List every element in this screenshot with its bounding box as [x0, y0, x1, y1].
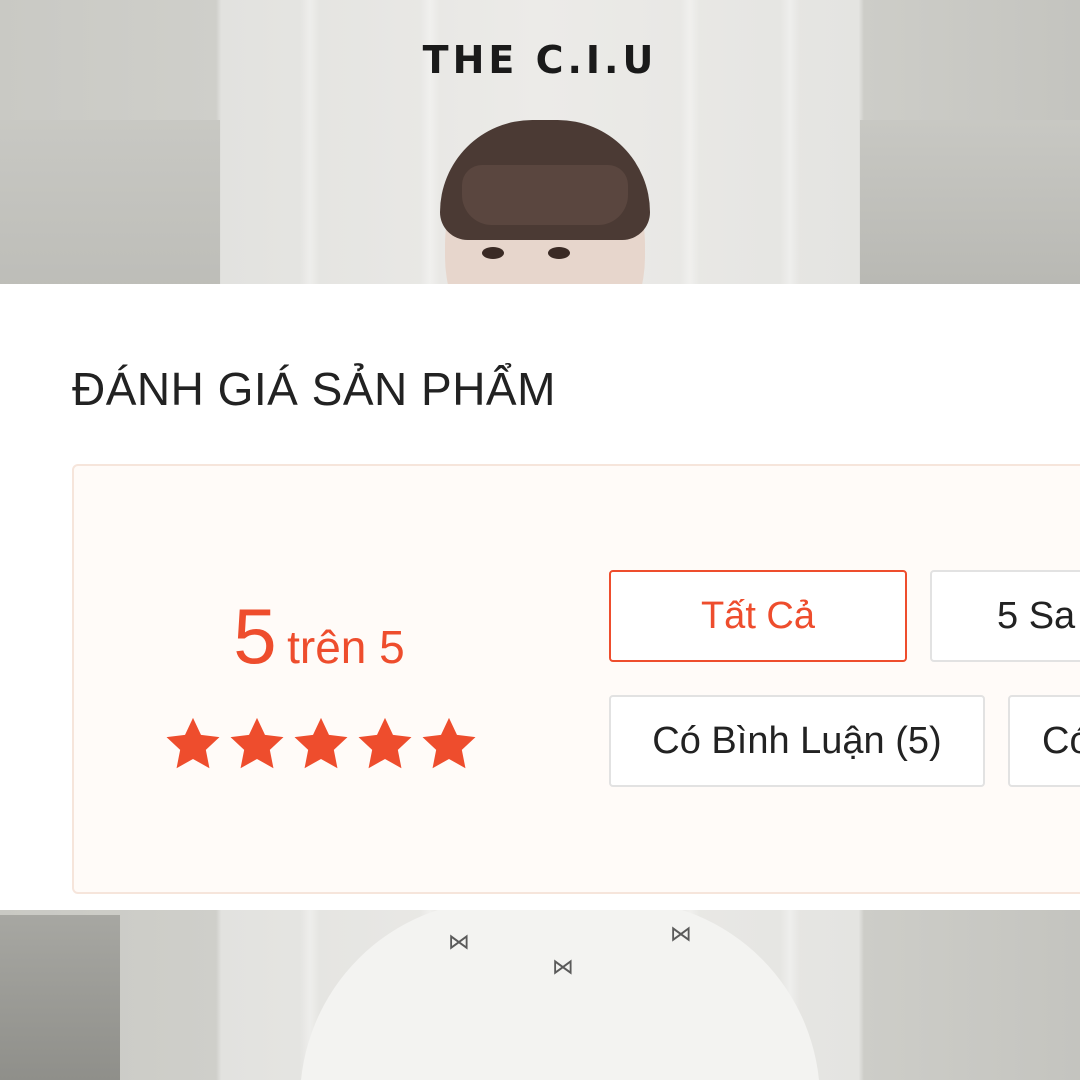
rating-score-value: 5 — [233, 592, 277, 680]
model-bangs — [462, 165, 628, 225]
star-icon — [230, 717, 284, 769]
filter-5-star-button[interactable]: 5 Sa — [930, 570, 1080, 662]
filter-with-media-button[interactable]: Có — [1008, 695, 1080, 787]
star-icon — [422, 717, 476, 769]
star-icon — [358, 717, 412, 769]
rating-score-suffix: trên 5 — [287, 621, 405, 673]
rating-stars — [162, 714, 480, 776]
star-icon — [294, 717, 348, 769]
background-shadow-left — [0, 120, 220, 290]
rating-summary: 5 trên 5 — [72, 464, 1080, 894]
model-eye — [548, 247, 570, 259]
bow-decoration-icon: ⋈ — [670, 922, 692, 947]
filter-all-button[interactable]: Tất Cả — [609, 570, 907, 662]
chair — [0, 915, 120, 1080]
filter-with-comments-button[interactable]: Có Bình Luận (5) — [609, 695, 985, 787]
bow-decoration-icon: ⋈ — [552, 955, 574, 980]
reviews-title: ĐÁNH GIÁ SẢN PHẨM — [72, 363, 556, 415]
model-eye — [482, 247, 504, 259]
bow-decoration-icon: ⋈ — [448, 930, 470, 955]
rating-score: 5 trên 5 — [74, 591, 564, 682]
brand-logo: THE C.I.U — [422, 38, 658, 82]
star-icon — [166, 717, 220, 769]
background-shadow-right — [860, 120, 1080, 290]
